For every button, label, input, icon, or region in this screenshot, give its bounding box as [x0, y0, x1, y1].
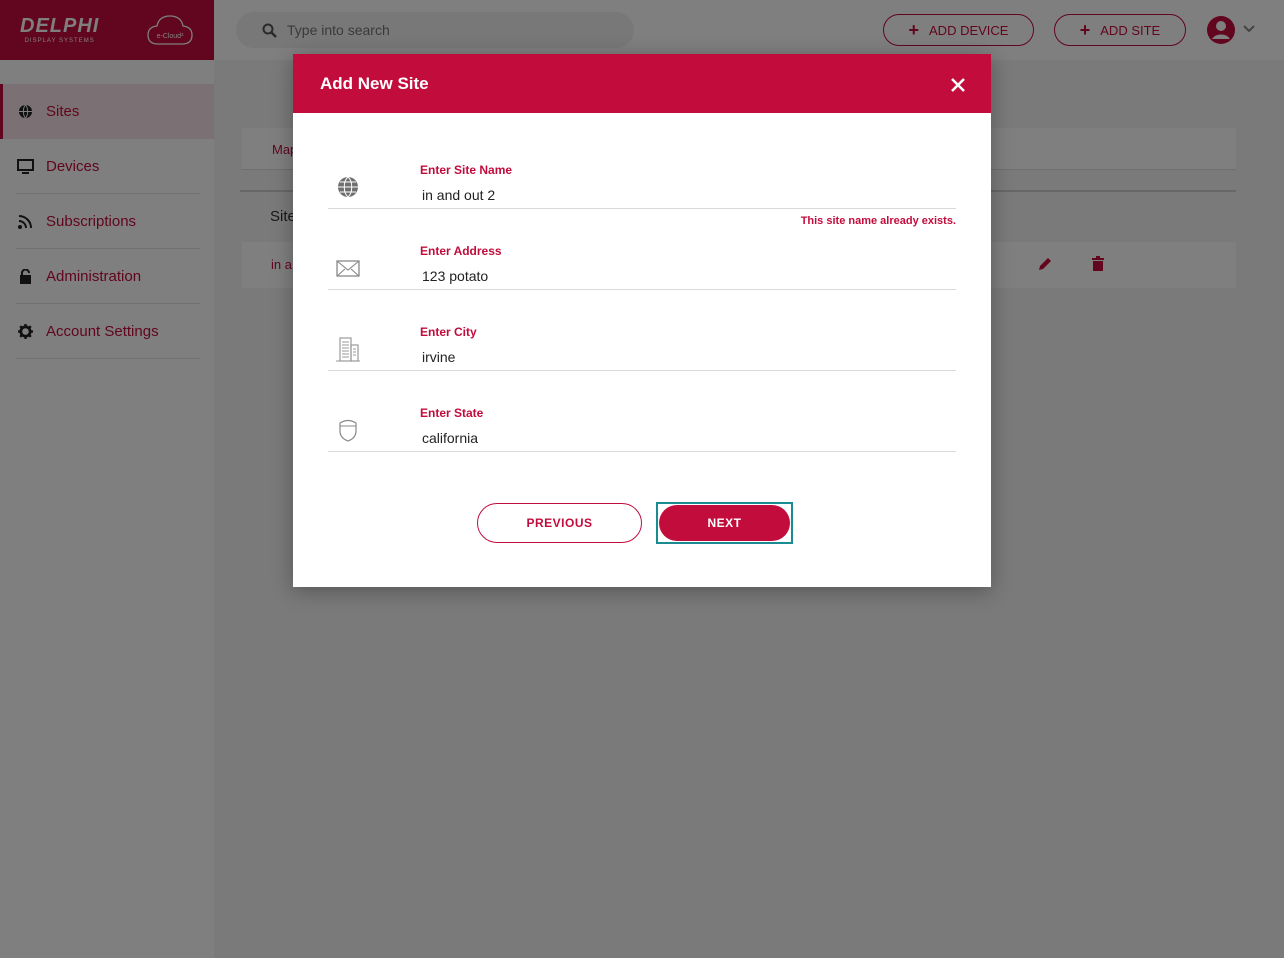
site-name-input[interactable]: [422, 184, 942, 206]
add-site-modal: Add New Site Enter Site Name This site n…: [293, 54, 991, 587]
state-label: Enter State: [420, 406, 484, 420]
state-input[interactable]: [422, 427, 942, 449]
building-icon: [336, 337, 360, 362]
close-icon[interactable]: [951, 78, 965, 92]
next-button-focus-ring: NEXT: [656, 502, 793, 544]
modal-header: Add New Site: [293, 54, 991, 113]
address-label: Enter Address: [420, 244, 502, 258]
shield-icon: [339, 419, 357, 442]
site-name-label: Enter Site Name: [420, 163, 513, 177]
city-input[interactable]: [422, 346, 942, 368]
site-name-field: Enter Site Name: [328, 128, 956, 209]
envelope-icon: [336, 260, 360, 277]
next-button[interactable]: NEXT: [659, 505, 790, 541]
globe-icon: [338, 176, 358, 198]
address-input[interactable]: [422, 265, 942, 287]
modal-title: Add New Site: [320, 73, 429, 93]
state-field: Enter State: [328, 371, 956, 452]
city-field: Enter City: [328, 290, 956, 371]
city-label: Enter City: [420, 325, 477, 339]
address-field: Enter Address: [328, 209, 956, 290]
previous-button[interactable]: PREVIOUS: [477, 503, 642, 543]
